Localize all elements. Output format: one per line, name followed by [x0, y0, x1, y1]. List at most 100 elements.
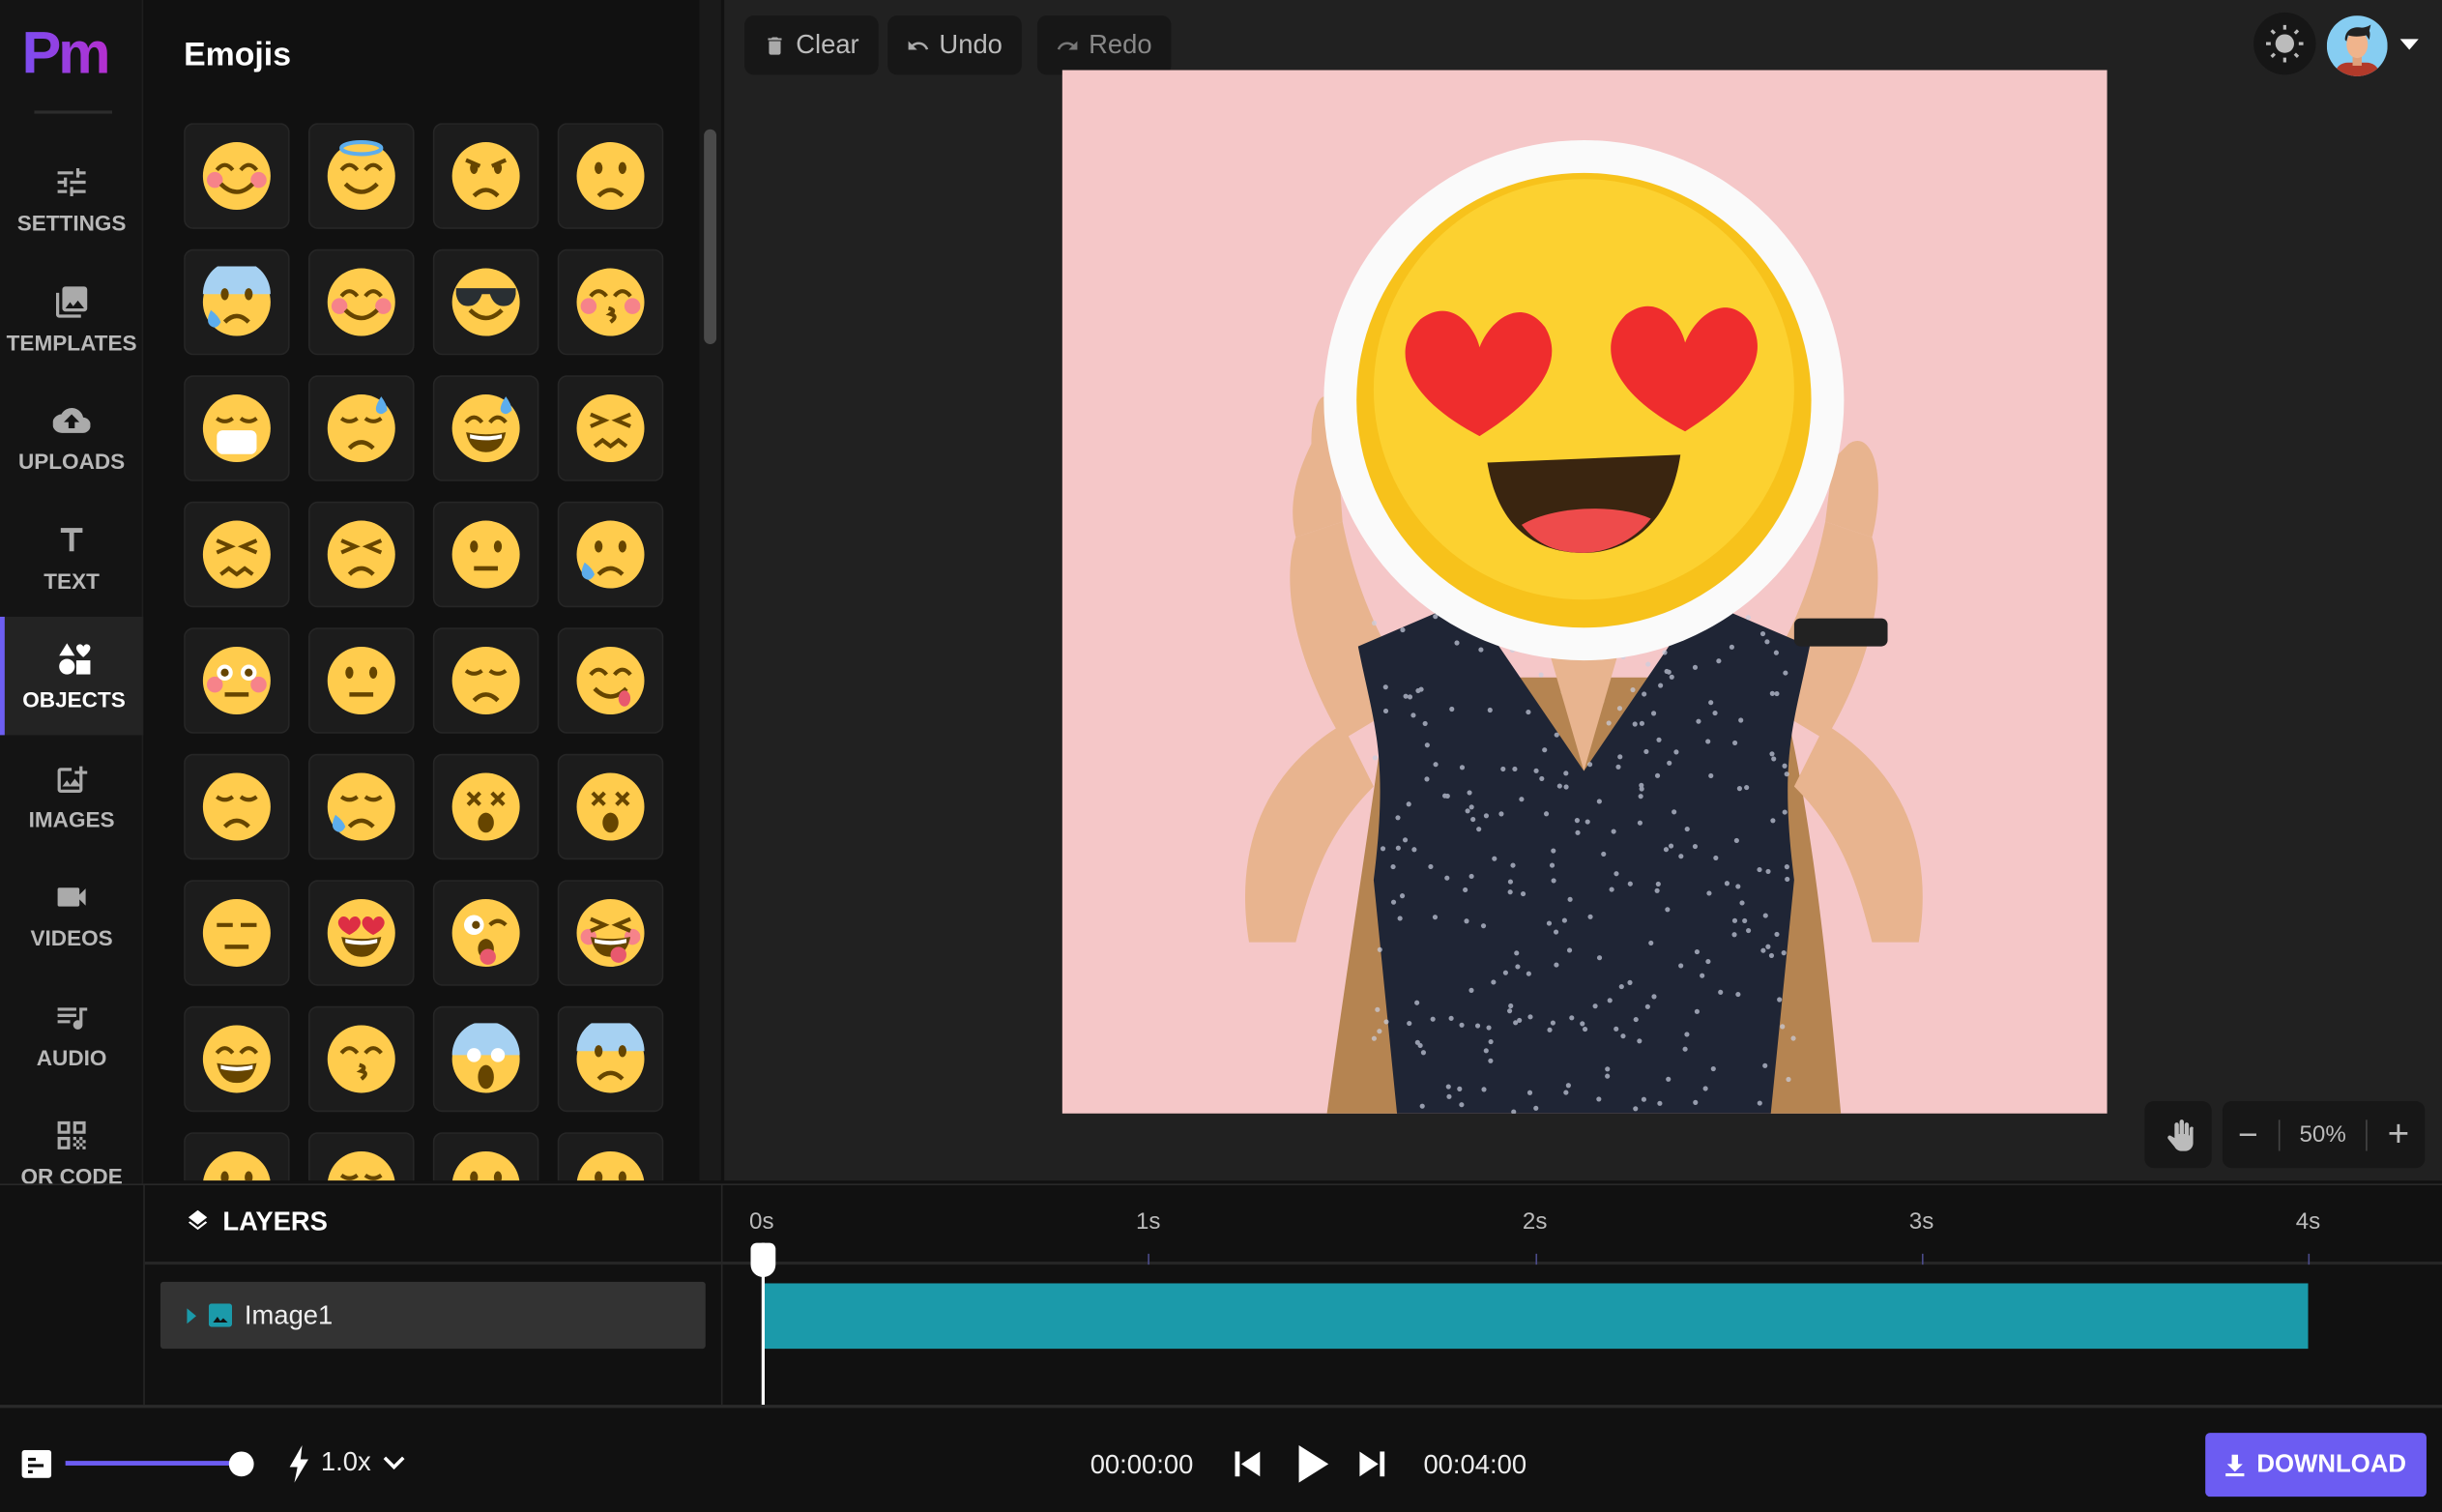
dress-dot: [1400, 893, 1405, 898]
skip-next-icon[interactable]: [1358, 1450, 1386, 1478]
image-icon: [209, 1303, 232, 1326]
speed-dropdown[interactable]: 1.0x: [321, 1447, 405, 1478]
emoji-confused-face[interactable]: [433, 502, 539, 608]
pan-tool-button[interactable]: [2144, 1101, 2211, 1168]
dress-dot: [1666, 1077, 1671, 1082]
emoji-astonished-dizzy-face[interactable]: [558, 754, 664, 860]
emoji-face-with-medical-mask[interactable]: [184, 375, 290, 481]
sidebar-item-settings[interactable]: SETTINGS: [0, 140, 143, 258]
timeline-clip-image1[interactable]: [763, 1283, 2308, 1349]
skip-previous-icon[interactable]: [1234, 1450, 1262, 1478]
layer-item[interactable]: Image1: [160, 1282, 706, 1349]
dress-dot: [1488, 708, 1493, 712]
emoji-smiling-face-with-smiling-eyes[interactable]: [308, 249, 415, 356]
emoji-frowning-face[interactable]: [184, 1132, 290, 1180]
smiling-face-with-blush-icon: [201, 140, 273, 212]
dress-dot: [1785, 877, 1789, 882]
emoji-smiling-face-with-heart-eyes[interactable]: [308, 880, 415, 986]
dress-dot: [1420, 1104, 1425, 1109]
sidebar-item-audio[interactable]: AUDIO: [0, 974, 143, 1092]
emoji-crying-face[interactable]: [558, 502, 664, 608]
dress-dot: [1662, 650, 1667, 654]
expand-arrow-icon[interactable]: [187, 1307, 196, 1323]
zoom-out-button[interactable]: −: [2238, 1115, 2258, 1155]
emoji-smiling-face-with-sunglasses[interactable]: [433, 249, 539, 356]
emoji-kissing-face-with-closed-eyes[interactable]: [558, 249, 664, 356]
frowning-face-icon: [201, 1149, 273, 1180]
undo-button[interactable]: Undo: [887, 15, 1021, 74]
emoji-confounded-face[interactable]: [558, 375, 664, 481]
emoji-grinning-face-with-smiling-eyes[interactable]: [184, 1006, 290, 1113]
dizzy-face-icon: [451, 771, 522, 842]
redo-button[interactable]: Redo: [1037, 15, 1171, 74]
emoji-persevering-face[interactable]: [308, 502, 415, 608]
emoji-grinning-face-with-sweat[interactable]: [433, 375, 539, 481]
clear-button[interactable]: Clear: [744, 15, 878, 74]
dress-dot: [1575, 830, 1580, 835]
sidebar-item-images[interactable]: IMAGES: [0, 736, 143, 854]
canvas-image[interactable]: [1062, 70, 2108, 1113]
dress-dot: [1617, 754, 1622, 759]
emoji-relieved-face[interactable]: [308, 1132, 415, 1180]
play-icon[interactable]: [1295, 1443, 1329, 1484]
panel-title: Emojis: [184, 38, 291, 75]
emoji-smiling-face-with-blush[interactable]: [184, 123, 290, 229]
downcast-face-with-sweat-icon: [326, 393, 397, 464]
canvas-area: Clear Undo Redo − 50% +: [724, 0, 2442, 1180]
emoji-tired-face[interactable]: [184, 502, 290, 608]
dress-dot: [1489, 1039, 1494, 1044]
emoji-sad-but-relieved-face[interactable]: [308, 754, 415, 860]
emoji-winking-face-with-tongue[interactable]: [433, 880, 539, 986]
emoji-hushed-face[interactable]: [433, 1132, 539, 1180]
divider: [2278, 1119, 2280, 1150]
dress-dot: [1500, 767, 1505, 771]
subtitles-icon[interactable]: [22, 1450, 52, 1478]
theme-toggle-button[interactable]: [2253, 13, 2315, 74]
dress-dot: [1395, 815, 1400, 820]
user-menu[interactable]: [2327, 14, 2424, 75]
emoji-flushed-face[interactable]: [184, 627, 290, 734]
volume-slider[interactable]: [66, 1461, 242, 1466]
dress-dot: [1769, 953, 1774, 958]
dress-dot: [1491, 979, 1496, 984]
emoji-anxious-face[interactable]: [558, 1006, 664, 1113]
emoji-dizzy-face[interactable]: [433, 754, 539, 860]
sidebar-item-videos[interactable]: VIDEOS: [0, 855, 143, 973]
emoji-angry-face[interactable]: [433, 123, 539, 229]
sidebar-item-label: VIDEOS: [30, 925, 112, 950]
emoji-anxious-face-with-sweat[interactable]: [184, 249, 290, 356]
crying-face-icon: [574, 518, 646, 590]
emoji-face-savoring-food[interactable]: [558, 627, 664, 734]
emoji-squinting-face-with-tongue[interactable]: [558, 880, 664, 986]
sidebar-item-text[interactable]: TEXT: [0, 498, 143, 616]
emoji-pensive-face[interactable]: [433, 627, 539, 734]
anxious-face-icon: [574, 1023, 646, 1094]
dress-dot: [1642, 691, 1646, 696]
dress-dot: [1633, 1106, 1638, 1111]
emoji-disappointed-face[interactable]: [184, 754, 290, 860]
zoom-in-button[interactable]: +: [2388, 1113, 2410, 1156]
dress-dot: [1774, 932, 1779, 937]
emoji-expressionless-face[interactable]: [184, 880, 290, 986]
emoji-kissing-face-with-smiling-eyes[interactable]: [308, 1006, 415, 1113]
dress-dot: [1527, 1014, 1532, 1019]
volume-slider-knob[interactable]: [229, 1451, 254, 1476]
playhead-handle[interactable]: [751, 1243, 776, 1277]
layers-header: LAYERS: [186, 1207, 328, 1238]
shapes-icon: [55, 640, 93, 678]
sidebar-item-templates[interactable]: TEMPLATES: [0, 259, 143, 377]
emoji-smiling-face-with-halo[interactable]: [308, 123, 415, 229]
emoji-neutral-face[interactable]: [308, 627, 415, 734]
dress-dot: [1421, 1050, 1426, 1055]
download-button[interactable]: DOWNLOAD: [2205, 1433, 2427, 1497]
dress-dot: [1601, 852, 1606, 857]
scrollbar-thumb[interactable]: [704, 130, 716, 344]
sidebar-item-uploads[interactable]: UPLOADS: [0, 378, 143, 496]
emoji-worried-face-2[interactable]: [558, 1132, 664, 1180]
dress-dot: [1551, 1020, 1555, 1025]
emoji-face-screaming-in-fear[interactable]: [433, 1006, 539, 1113]
sidebar-item-objects[interactable]: OBJECTS: [0, 617, 143, 735]
emoji-worried-face[interactable]: [558, 123, 664, 229]
emoji-downcast-face-with-sweat[interactable]: [308, 375, 415, 481]
disappointed-face-icon: [201, 771, 273, 842]
